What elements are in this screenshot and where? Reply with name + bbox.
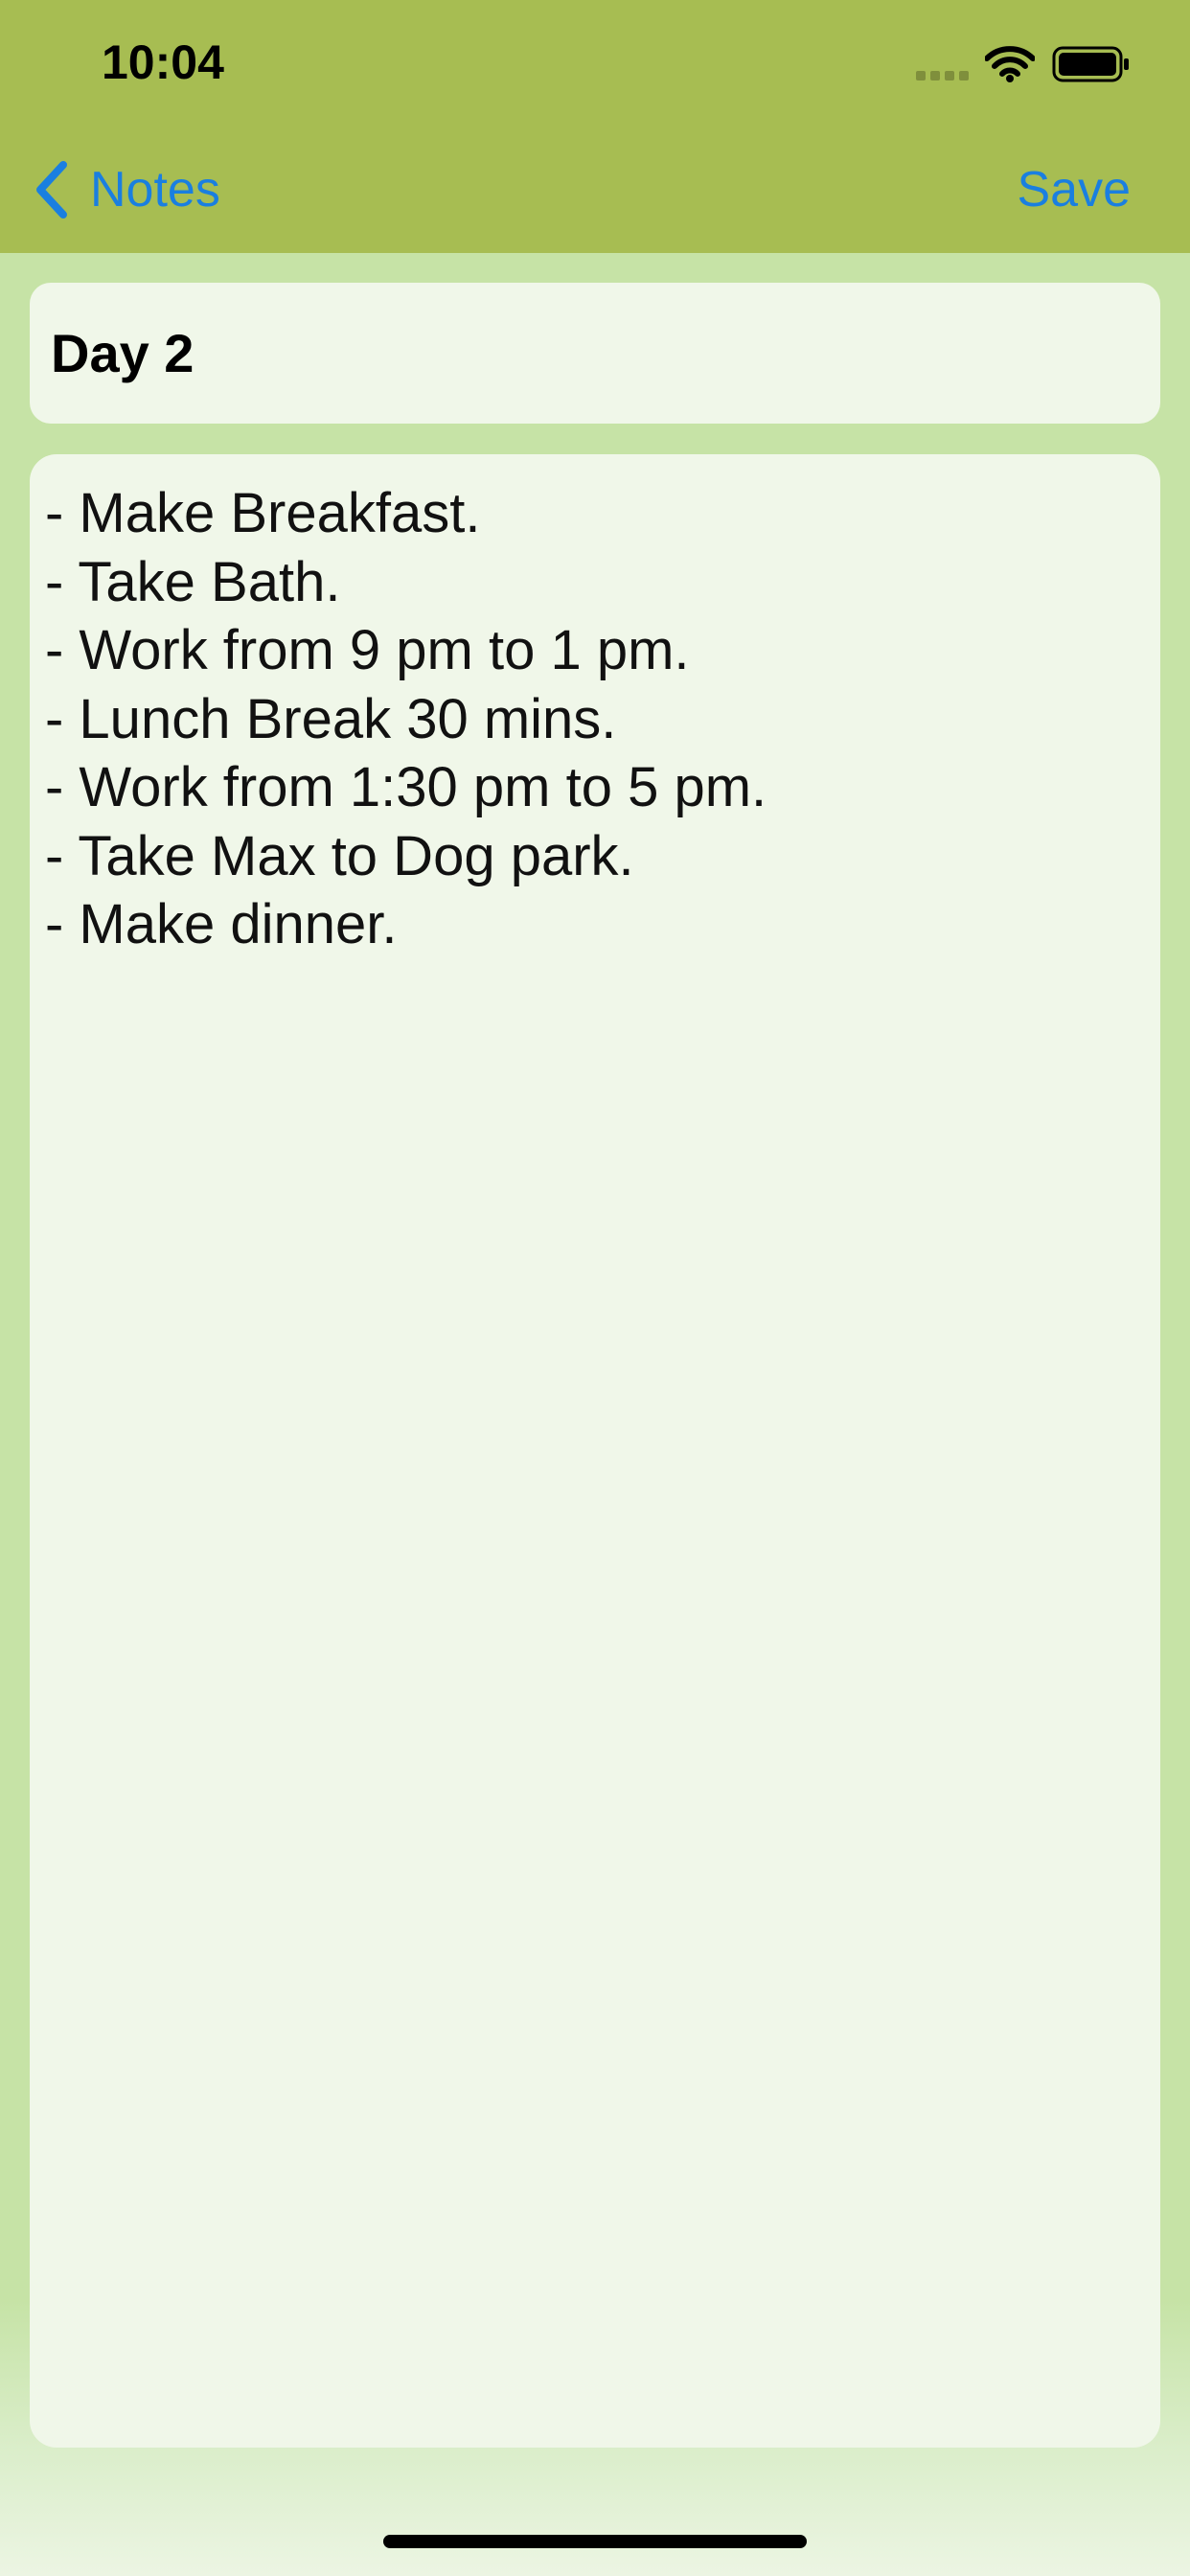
note-title-text: Day 2	[51, 323, 195, 383]
navigation-bar: 10:04 Notes Save	[0, 0, 1190, 253]
note-body-textarea[interactable]: - Make Breakfast. - Take Bath. - Work fr…	[30, 454, 1160, 2448]
note-line: - Make dinner.	[45, 893, 398, 955]
wifi-icon	[985, 46, 1035, 82]
note-line: - Make Breakfast.	[45, 482, 481, 544]
battery-icon	[1052, 46, 1129, 82]
save-button[interactable]: Save	[1017, 153, 1131, 226]
note-line: - Take Max to Dog park.	[45, 824, 634, 887]
status-time: 10:04	[102, 35, 224, 89]
back-button[interactable]: Notes	[33, 153, 220, 226]
back-button-label: Notes	[90, 162, 220, 218]
cellular-signal-icon	[916, 71, 969, 80]
note-line: - Lunch Break 30 mins.	[45, 687, 617, 750]
note-line: - Work from 9 pm to 1 pm.	[45, 619, 690, 681]
note-line: - Take Bath.	[45, 550, 341, 613]
note-title-field[interactable]: Day 2	[30, 283, 1160, 424]
note-line: - Work from 1:30 pm to 5 pm.	[45, 756, 767, 818]
chevron-left-icon	[36, 161, 67, 218]
home-indicator[interactable]	[383, 2535, 807, 2548]
